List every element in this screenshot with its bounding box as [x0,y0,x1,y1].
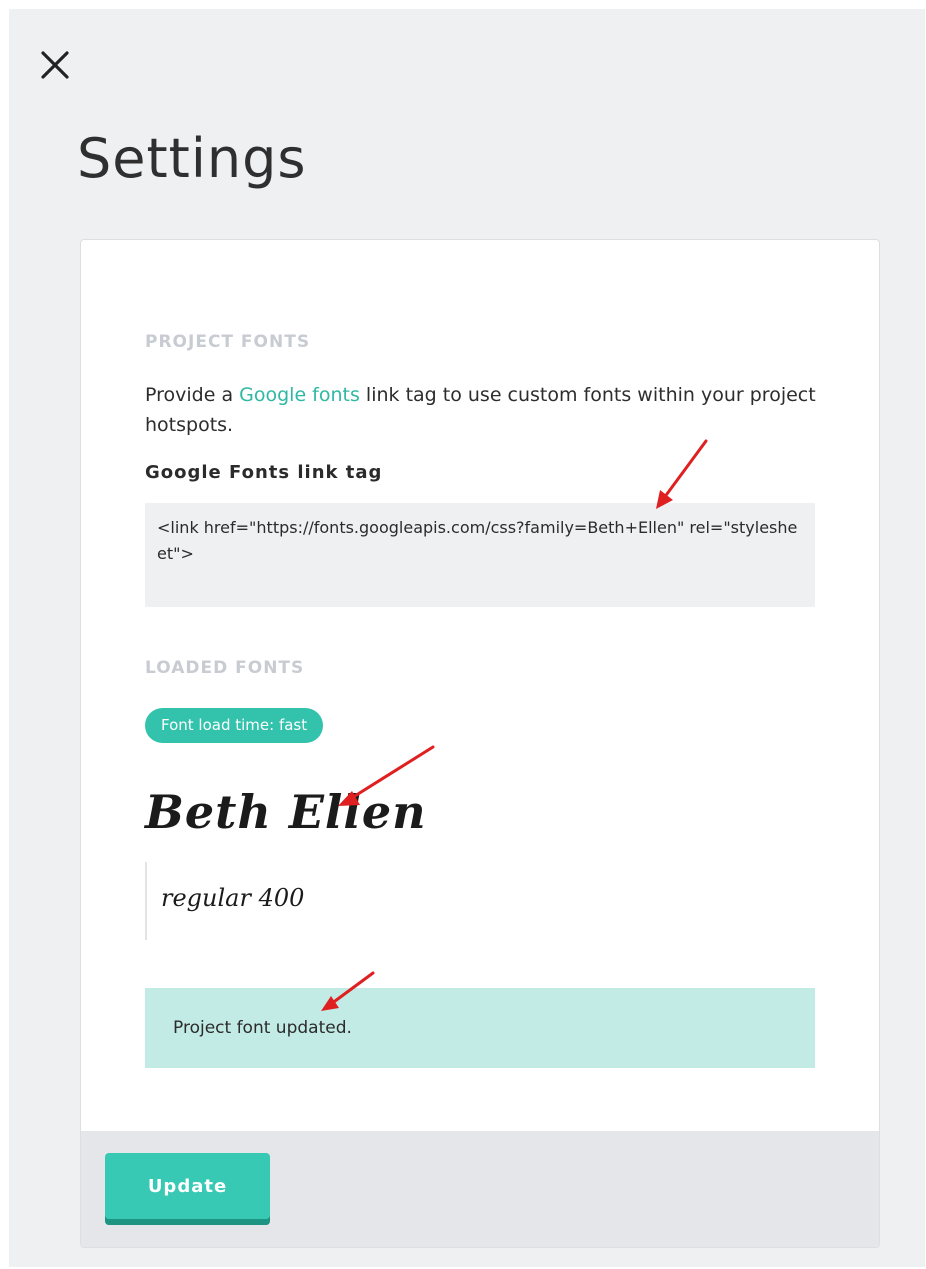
success-alert: Project font updated. [145,988,815,1068]
close-button[interactable] [39,49,71,81]
settings-page: Settings PROJECT FONTS Provide a Google … [9,9,925,1267]
project-fonts-heading: PROJECT FONTS [145,332,311,352]
update-button[interactable]: Update [105,1153,270,1225]
font-load-time-badge: Font load time: fast [145,708,324,743]
link-tag-input[interactable]: <link href="https://fonts.googleapis.com… [145,503,815,607]
font-variant-item: regular 400 [145,862,447,940]
description-text-start: Provide a [145,384,240,406]
close-icon [41,51,69,79]
loaded-fonts-heading: LOADED FONTS [145,658,305,678]
font-variant-sample: regular 400 [161,884,305,912]
settings-card: PROJECT FONTS Provide a Google fonts lin… [80,239,880,1248]
project-fonts-description: Provide a Google fonts link tag to use c… [145,380,825,440]
link-tag-label: Google Fonts link tag [145,462,383,483]
page-title: Settings [77,127,307,190]
loaded-font-name: Beth Ellen [145,785,427,839]
google-fonts-link[interactable]: Google fonts [239,384,360,406]
